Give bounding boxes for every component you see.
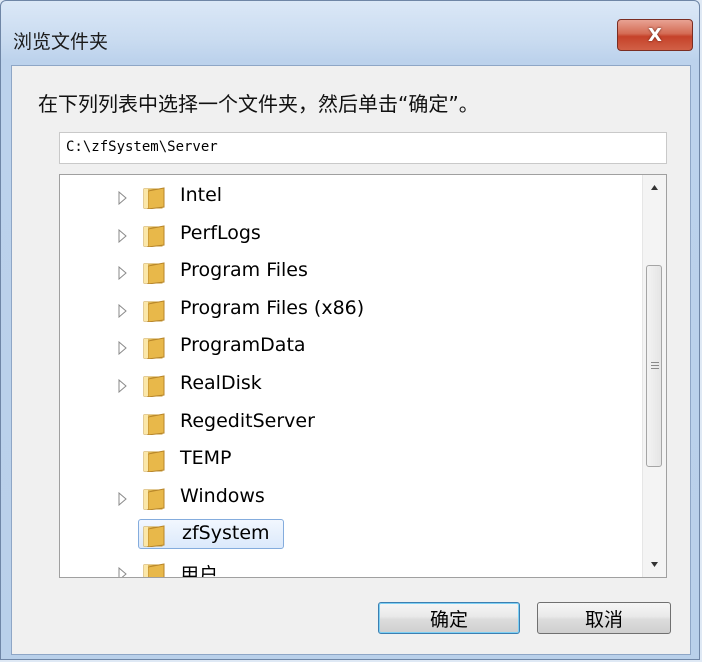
folder-icon	[142, 488, 168, 511]
scroll-up-button[interactable]	[643, 175, 666, 199]
folder-tree[interactable]: Intel PerfLogs Program Files Program Files …	[59, 174, 667, 578]
tree-item-label: 用户	[180, 564, 219, 578]
tree-item-label: PerfLogs	[180, 221, 261, 244]
tree-item-label: Intel	[180, 184, 223, 206]
tree-item-label: Program Files	[180, 259, 308, 282]
expand-arrow-icon[interactable]	[117, 181, 131, 213]
folder-icon	[142, 412, 168, 436]
tree-item-label: ProgramData	[180, 334, 306, 357]
expand-arrow-icon[interactable]	[117, 219, 131, 251]
expand-arrow-icon[interactable]	[117, 557, 131, 577]
ok-button[interactable]: 确定	[378, 602, 520, 634]
tree-item-label: RegeditServer	[180, 409, 315, 432]
grip-line	[651, 365, 659, 366]
grip-line	[651, 362, 659, 363]
tree-item-label: RealDisk	[180, 372, 262, 394]
tree-item[interactable]: Program Files	[60, 256, 640, 288]
instruction-text: 在下列列表中选择一个文件夹，然后单击“确定”。	[38, 92, 479, 116]
scroll-down-icon	[651, 562, 658, 567]
folder-icon	[142, 187, 168, 210]
tree-item[interactable]: RegeditServer	[60, 407, 640, 439]
expand-arrow-icon[interactable]	[117, 294, 131, 326]
close-button[interactable]: X	[617, 19, 693, 51]
tree-item[interactable]: TEMP	[60, 444, 640, 476]
grip-line	[651, 368, 659, 369]
expand-arrow-icon[interactable]	[117, 331, 131, 363]
folder-icon	[142, 262, 168, 285]
tree-scrollbar[interactable]	[642, 175, 666, 577]
folder-icon	[142, 450, 168, 473]
tree-item-label: TEMP	[180, 447, 232, 470]
scroll-down-button[interactable]	[643, 553, 666, 577]
window-title: 浏览文件夹	[13, 31, 109, 53]
tree-item[interactable]: Intel	[60, 181, 640, 213]
title-bar[interactable]: 浏览文件夹 X	[1, 1, 699, 59]
folder-icon	[142, 337, 168, 360]
expand-arrow-icon[interactable]	[117, 369, 131, 401]
scroll-up-icon	[651, 185, 658, 190]
tree-item-label: Program Files (x86)	[180, 296, 365, 319]
tree-item-label: Windows	[180, 484, 265, 507]
expand-arrow-icon[interactable]	[117, 482, 131, 514]
folder-icon	[142, 224, 168, 248]
tree-item[interactable]: ProgramData	[60, 331, 640, 363]
dialog-body: 在下列列表中选择一个文件夹，然后单击“确定”。 C:\zfSystem\Serv…	[11, 65, 691, 655]
close-icon: X	[648, 24, 662, 46]
tree-item-label: zfSystem	[182, 522, 270, 545]
folder-icon	[142, 375, 168, 398]
folder-path-field[interactable]: C:\zfSystem\Server	[59, 132, 667, 164]
folder-icon	[142, 563, 168, 577]
browse-folder-dialog: 浏览文件夹 X 在下列列表中选择一个文件夹，然后单击“确定”。 C:\zfSys…	[0, 0, 700, 660]
tree-item[interactable]: Windows	[60, 482, 640, 514]
tree-item[interactable]: 用户	[60, 557, 640, 578]
scroll-thumb[interactable]	[646, 265, 662, 467]
tree-item[interactable]: Program Files (x86)	[60, 294, 640, 326]
folder-icon	[142, 525, 168, 548]
tree-item[interactable]: RealDisk	[60, 369, 640, 401]
tree-item[interactable]: PerfLogs	[60, 219, 640, 251]
folder-icon	[142, 300, 168, 323]
tree-item[interactable]: zfSystem	[60, 519, 640, 551]
expand-arrow-icon[interactable]	[117, 256, 131, 288]
cancel-button[interactable]: 取消	[537, 602, 671, 634]
